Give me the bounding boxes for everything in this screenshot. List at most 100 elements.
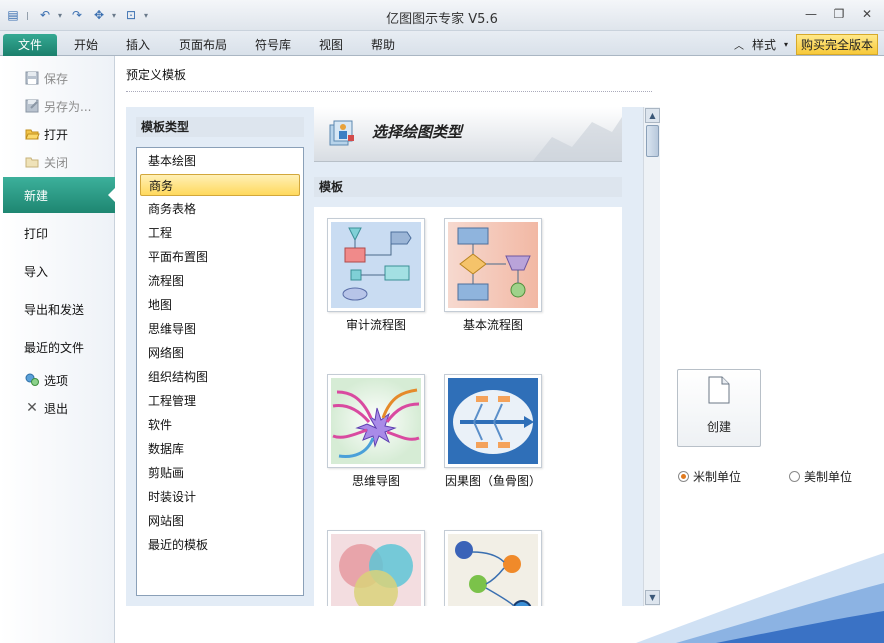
scrollbar-thumb[interactable] <box>646 125 659 157</box>
templates-header: 模板 <box>314 177 622 197</box>
nav-item-label: 最近的文件 <box>24 340 85 355</box>
template-fishbone-diagram[interactable] <box>444 374 542 468</box>
tab-symbols[interactable]: 符号库 <box>248 34 298 56</box>
new-document-icon <box>708 376 730 404</box>
ribbon-tabs: 文件 开始 插入 页面布局 符号库 视图 帮助 ︿ 样式 ▾ 购买完全版本 <box>0 31 884 56</box>
venn-thumbnail <box>331 534 421 606</box>
collapse-ribbon-icon[interactable]: ︿ <box>734 37 744 52</box>
buy-full-version-button[interactable]: 购买完全版本 <box>795 33 878 55</box>
open-folder-icon <box>24 126 40 142</box>
nav-item-label: 另存为... <box>44 99 92 114</box>
create-label: 创建 <box>706 420 731 434</box>
options-icon <box>24 372 40 388</box>
template-venn-diagram[interactable] <box>327 530 425 606</box>
category-item[interactable]: 组织结构图 <box>140 366 300 388</box>
main-content: 预定义模板 模板类型 基本绘图 商务 商务表格 工程 平面布置图 流程图 地图 思维导图 网络图… <box>116 56 884 643</box>
nav-exit[interactable]: ✕ 退出 <box>0 394 115 422</box>
save-as-icon <box>24 98 40 114</box>
template-panel: 模板类型 基本绘图 商务 商务表格 工程 平面布置图 流程图 地图 思维导图 网络图 组织结构图工… <box>126 107 660 606</box>
scroll-up-icon[interactable]: ▲ <box>645 108 660 123</box>
chevron-down-icon[interactable]: ▾ <box>784 40 788 49</box>
diagram-type-icon <box>329 120 354 146</box>
template-mind-map[interactable] <box>327 374 425 468</box>
tab-insert[interactable]: 插入 <box>118 34 158 56</box>
nav-save-as[interactable]: 另存为... <box>0 92 115 120</box>
minimize-icon[interactable]: — <box>798 4 824 24</box>
category-item[interactable]: 流程图 <box>140 270 300 292</box>
category-item[interactable]: 时装设计 <box>140 486 300 508</box>
us-units-label: 美制单位 <box>804 470 853 484</box>
template-gallery: 审计流程图 基本流程图 思维导图 因果图（鱼骨图） <box>314 207 622 606</box>
template-label: 思维导图 <box>351 474 400 488</box>
nav-options[interactable]: 选项 <box>0 366 115 394</box>
tab-help[interactable]: 帮助 <box>364 34 402 56</box>
nav-recent-files[interactable]: 最近的文件 <box>0 333 115 361</box>
category-item[interactable]: 数据库 <box>140 438 300 460</box>
category-item[interactable]: 思维导图 <box>140 318 300 340</box>
process-thumbnail <box>448 534 538 606</box>
tab-page-layout[interactable]: 页面布局 <box>172 34 234 56</box>
page-title: 预定义模板 <box>126 68 187 82</box>
category-item[interactable]: 地图 <box>140 294 300 316</box>
radio-us[interactable] <box>789 471 800 482</box>
nav-save[interactable]: 保存 <box>0 64 115 92</box>
radio-metric[interactable] <box>678 471 689 482</box>
save-icon <box>24 70 40 86</box>
nav-item-label: 关闭 <box>44 155 69 170</box>
nav-import[interactable]: 导入 <box>0 257 115 285</box>
template-basic-flowchart[interactable] <box>444 218 542 312</box>
category-header: 模板类型 <box>136 117 304 137</box>
template-label: 基本流程图 <box>462 318 523 332</box>
category-item[interactable]: 工程管理 <box>140 390 300 412</box>
category-item[interactable]: 网站图 <box>140 510 300 532</box>
nav-open[interactable]: 打开 <box>0 120 115 148</box>
category-item[interactable]: 平面布置图 <box>140 246 300 268</box>
template-process-diagram[interactable] <box>444 530 542 606</box>
template-audit-flowchart[interactable] <box>327 218 425 312</box>
mind-map-thumbnail <box>331 378 421 464</box>
nav-item-label: 导入 <box>24 264 49 279</box>
nav-export-send[interactable]: 导出和发送 <box>0 295 115 323</box>
window-title: 亿图图示专家 V5.6 <box>386 12 498 27</box>
template-scrollbar[interactable]: ▲ ▼ <box>643 107 660 606</box>
category-item[interactable]: 最近的模板 <box>140 534 300 556</box>
category-item[interactable]: 商务 <box>140 174 300 196</box>
tab-view[interactable]: 视图 <box>312 34 350 56</box>
category-item[interactable]: 基本绘图 <box>140 150 300 172</box>
template-label: 审计流程图 <box>345 318 406 332</box>
scroll-down-icon[interactable]: ▼ <box>645 590 660 605</box>
fishbone-thumbnail <box>448 378 538 464</box>
category-item[interactable]: 剪贴画 <box>140 462 300 484</box>
category-item[interactable]: 网络图 <box>140 342 300 364</box>
nav-item-label: 导出和发送 <box>24 302 85 317</box>
tab-file[interactable]: 文件 <box>3 34 57 56</box>
template-label: 因果图（鱼骨图） <box>444 474 541 488</box>
exit-icon: ✕ <box>26 400 38 416</box>
tab-home[interactable]: 开始 <box>66 34 106 56</box>
nav-close[interactable]: 关闭 <box>0 148 115 176</box>
close-icon[interactable]: ✕ <box>854 4 880 24</box>
create-button[interactable]: 创建 <box>677 369 761 447</box>
nav-item-label: 打开 <box>44 127 69 142</box>
ribbon-right-controls: ︿ 样式 ▾ 购买完全版本 <box>734 33 878 55</box>
banner-title: 选择绘图类型 <box>372 123 463 141</box>
category-item[interactable]: 工程 <box>140 222 300 244</box>
restore-icon[interactable]: ❐ <box>826 4 852 24</box>
basic-flowchart-thumbnail <box>448 222 538 308</box>
us-units-option[interactable]: 美制单位 <box>789 468 852 485</box>
banner-decoration <box>532 117 622 161</box>
nav-print[interactable]: 打印 <box>0 219 115 247</box>
style-button[interactable]: 样式 <box>752 36 776 53</box>
divider <box>126 91 652 92</box>
audit-flowchart-thumbnail <box>331 222 421 308</box>
window-controls: — ❐ ✕ <box>798 4 880 24</box>
metric-units-option[interactable]: 米制单位 <box>678 468 741 485</box>
close-folder-icon <box>24 154 40 170</box>
metric-units-label: 米制单位 <box>693 470 742 484</box>
category-item[interactable]: 软件 <box>140 414 300 436</box>
category-list[interactable]: 基本绘图 商务 商务表格 工程 平面布置图 流程图 地图 思维导图 网络图 组织结构图 工程管理 软件… <box>136 147 304 596</box>
category-item[interactable]: 商务表格 <box>140 198 300 220</box>
nav-new[interactable]: 新建 <box>3 177 116 213</box>
nav-item-label: 退出 <box>44 401 69 416</box>
title-bar: ▤ | ↶ ▾ ↷ ✥ ▾ ⊡ ▾ 亿图图示专家 V5.6 — ❐ ✕ <box>0 0 884 31</box>
